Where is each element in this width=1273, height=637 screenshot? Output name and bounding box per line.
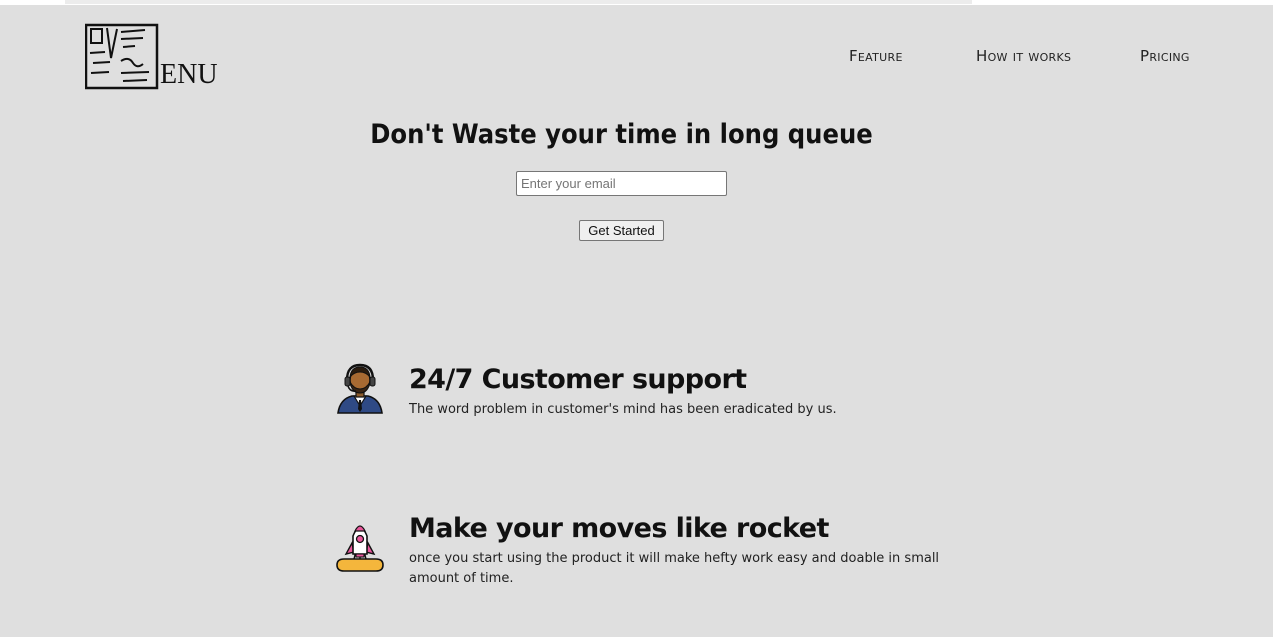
hero-title: Don't Waste your time in long queue <box>370 119 873 150</box>
logo-text: ENU <box>160 59 218 90</box>
email-input[interactable] <box>516 171 727 196</box>
feature-title-rocket: Make your moves like rocket <box>409 513 829 544</box>
feature-title-support: 24/7 Customer support <box>409 364 747 395</box>
feature-desc-support: The word problem in customer's mind has … <box>409 402 837 417</box>
nav-link-feature[interactable]: Feature <box>849 47 903 65</box>
landing-page: ENU Feature How it works Pricing Don't W… <box>0 5 1273 637</box>
menu-card-icon <box>84 23 159 90</box>
customer-support-agent-icon <box>337 363 383 414</box>
rocket-icon <box>336 525 384 572</box>
nav-link-how-it-works[interactable]: How it works <box>976 47 1071 65</box>
top-strip <box>65 0 972 4</box>
feature-desc-rocket: once you start using the product it will… <box>409 551 940 586</box>
get-started-button[interactable]: Get Started <box>579 220 664 241</box>
logo[interactable]: ENU <box>84 23 230 93</box>
nav-link-pricing[interactable]: Pricing <box>1140 47 1190 65</box>
